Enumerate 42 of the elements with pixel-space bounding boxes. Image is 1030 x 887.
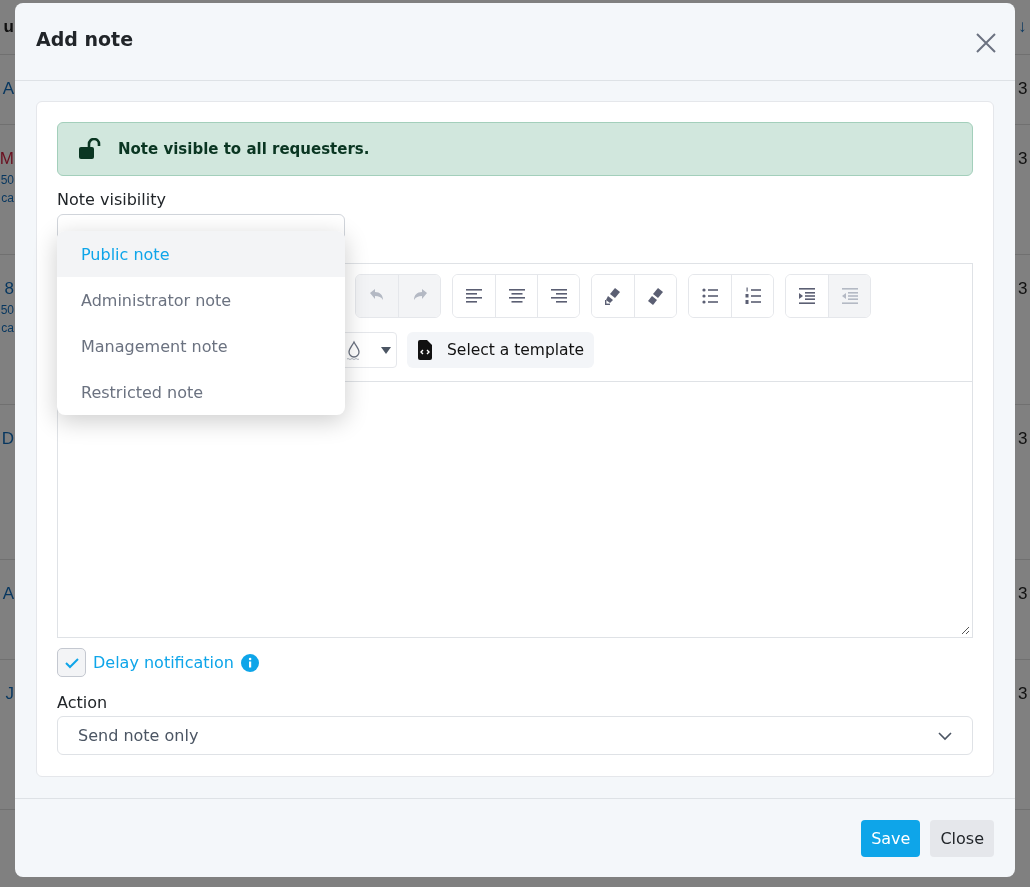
code-file-icon — [417, 340, 433, 360]
date-cell-text: 3 — [1018, 148, 1029, 169]
cell-text: M — [0, 149, 14, 169]
close-icon[interactable] — [975, 31, 997, 54]
cell-text: ca — [1, 191, 14, 205]
field-label: Action — [57, 693, 109, 712]
sort-arrow[interactable]: ↓ — [1018, 17, 1030, 37]
droplet-icon — [344, 339, 392, 361]
unlocked-padlock-icon — [78, 138, 102, 160]
info-icon[interactable] — [240, 653, 259, 672]
dropdown-option[interactable]: Public note — [57, 231, 345, 277]
field-label: Note visibility — [57, 190, 167, 209]
checkbox[interactable] — [57, 648, 86, 677]
cell-text: J — [5, 684, 14, 704]
indent-icon — [796, 285, 818, 307]
date-cell-text: 3 — [1018, 78, 1029, 99]
paint-button[interactable] — [634, 275, 676, 317]
dropdown-option[interactable]: Management note — [57, 323, 345, 369]
checkbox-label[interactable]: Delay notification — [93, 653, 234, 672]
cell-text: A — [2, 79, 14, 99]
dropdown-option[interactable]: Restricted note — [57, 369, 345, 415]
close-button[interactable]: Close — [930, 819, 994, 857]
date-cell-text: 3 — [1018, 583, 1029, 604]
align-right-button[interactable] — [537, 275, 579, 317]
save-button[interactable]: Save — [861, 819, 921, 857]
alert-text: Note visible to all requesters. — [118, 140, 370, 158]
column-header: u — [2, 17, 14, 37]
dialog-title: Add note — [36, 27, 134, 50]
date-cell-text: 3 — [1018, 683, 1029, 704]
cell-text: 50 — [0, 173, 14, 187]
cell-text: ca — [1, 321, 14, 335]
dropdown-option[interactable]: Administrator note — [57, 277, 345, 323]
date-cell-text: 3 — [1018, 428, 1029, 449]
cell-text: 8 — [4, 279, 14, 299]
cell-text: 50 — [0, 303, 14, 317]
date-cell-text: 3 — [1018, 278, 1029, 299]
cell-text: A — [2, 584, 14, 604]
cell-text: D — [1, 429, 14, 449]
template-button[interactable]: Select a template — [407, 332, 595, 368]
action-select[interactable]: Send note only — [57, 716, 973, 755]
resize-grip-icon[interactable] — [961, 626, 970, 635]
numbers-button[interactable] — [731, 275, 773, 317]
